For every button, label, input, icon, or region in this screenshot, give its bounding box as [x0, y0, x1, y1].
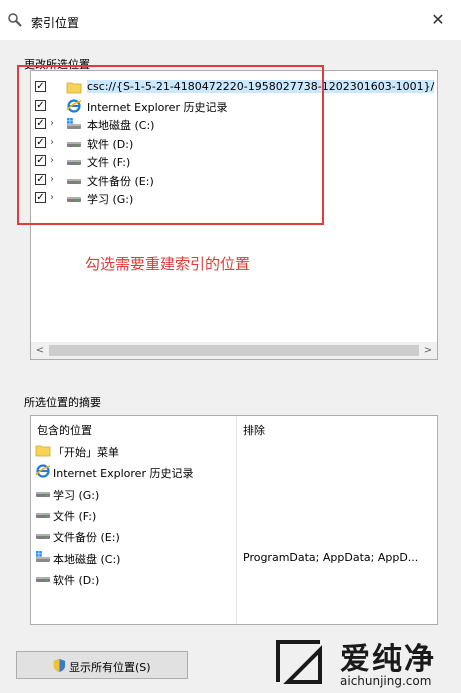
expand-chevron-icon[interactable]: › [50, 137, 54, 148]
location-tree[interactable]: ✓ csc://{S-1-5-21-4180472220-1958027738-1… [30, 70, 438, 360]
location-item-label: 文件 (F:) [87, 156, 131, 169]
location-item-label: 软件 (D:) [87, 137, 134, 151]
included-location-label: Internet Explorer 历史记录 [53, 467, 194, 481]
watermark-logo-icon [276, 640, 322, 684]
folder-icon [66, 82, 82, 94]
location-checkbox[interactable]: ✓ [35, 192, 46, 203]
expand-chevron-icon[interactable]: › [50, 192, 54, 203]
location-checkbox[interactable]: ✓ [35, 81, 46, 92]
drive-icon [67, 178, 81, 184]
drive-icon [67, 197, 81, 202]
drive-icon [36, 576, 50, 582]
location-checkbox[interactable]: ✓ [35, 136, 46, 148]
included-location-label: 「开始」菜单 [53, 446, 119, 459]
drive-icon [36, 512, 50, 518]
expand-chevron-icon[interactable]: › [50, 174, 54, 185]
title-bar: 索引位置 ✕ [0, 0, 461, 40]
windows-drive-icon [67, 118, 81, 129]
drive-icon [36, 491, 50, 497]
excluded-column-header[interactable]: 排除 [243, 422, 265, 438]
show-all-locations-button[interactable]: 显示所有位置(S) [16, 651, 188, 679]
show-all-locations-label: 显示所有位置(S) [69, 661, 151, 674]
watermark: 爱纯净 aichunjing.com [268, 632, 461, 693]
location-item-label: 文件备份 (E:) [87, 174, 154, 188]
included-location-label: 学习 (G:) [53, 488, 100, 502]
internet-explorer-icon [35, 464, 51, 478]
location-item-label: 本地磁盘 (C:) [87, 119, 155, 132]
location-item-label: csc://{S-1-5-21-4180472220-1958027738-12… [87, 80, 435, 93]
included-location-label: 文件备份 (E:) [53, 531, 120, 545]
location-item-label: Internet Explorer 历史记录 [87, 100, 228, 114]
location-item-label: 学习 (G:) [87, 193, 134, 206]
location-checkbox[interactable]: ✓ [35, 173, 46, 185]
watermark-url: aichunjing.com [340, 674, 432, 688]
included-location-label: 文件 (F:) [53, 509, 97, 523]
drive-icon [67, 141, 81, 147]
column-divider [236, 416, 237, 624]
location-checkbox[interactable]: ✓ [35, 155, 46, 166]
included-location-label: 本地磁盘 (C:) [53, 552, 121, 566]
horizontal-scrollbar[interactable]: < > [31, 342, 437, 359]
drive-icon [67, 160, 81, 165]
included-column-header[interactable]: 包含的位置 [37, 422, 92, 438]
location-checkbox[interactable]: ✓ [35, 118, 46, 129]
indexing-options-icon [8, 13, 22, 27]
location-checkbox[interactable]: ✓ [35, 99, 46, 111]
excluded-locations-text: ProgramData; AppData; AppD... [243, 550, 419, 564]
close-icon: ✕ [431, 10, 445, 29]
included-location-label: 软件 (D:) [53, 573, 100, 587]
internet-explorer-icon [66, 98, 82, 113]
scroll-thumb[interactable] [49, 345, 419, 356]
scroll-right-arrow-icon[interactable]: > [421, 344, 435, 357]
folder-icon [35, 445, 51, 457]
summary-label: 所选位置的摘要 [24, 394, 101, 410]
summary-list[interactable]: 包含的位置 排除 「开始」菜单 Internet Explorer 历史记录 学习 … [30, 415, 438, 625]
drive-icon [36, 534, 50, 540]
close-button[interactable]: ✕ [415, 0, 461, 40]
annotation-text: 勾选需要重建索引的位置 [85, 255, 251, 273]
shield-icon [53, 659, 66, 672]
scroll-left-arrow-icon[interactable]: < [33, 344, 47, 357]
window-title: 索引位置 [31, 16, 80, 30]
watermark-title: 爱纯净 [340, 642, 436, 677]
expand-chevron-icon[interactable]: › [50, 155, 54, 166]
expand-chevron-icon[interactable]: › [50, 118, 54, 129]
windows-drive-icon [36, 550, 50, 562]
